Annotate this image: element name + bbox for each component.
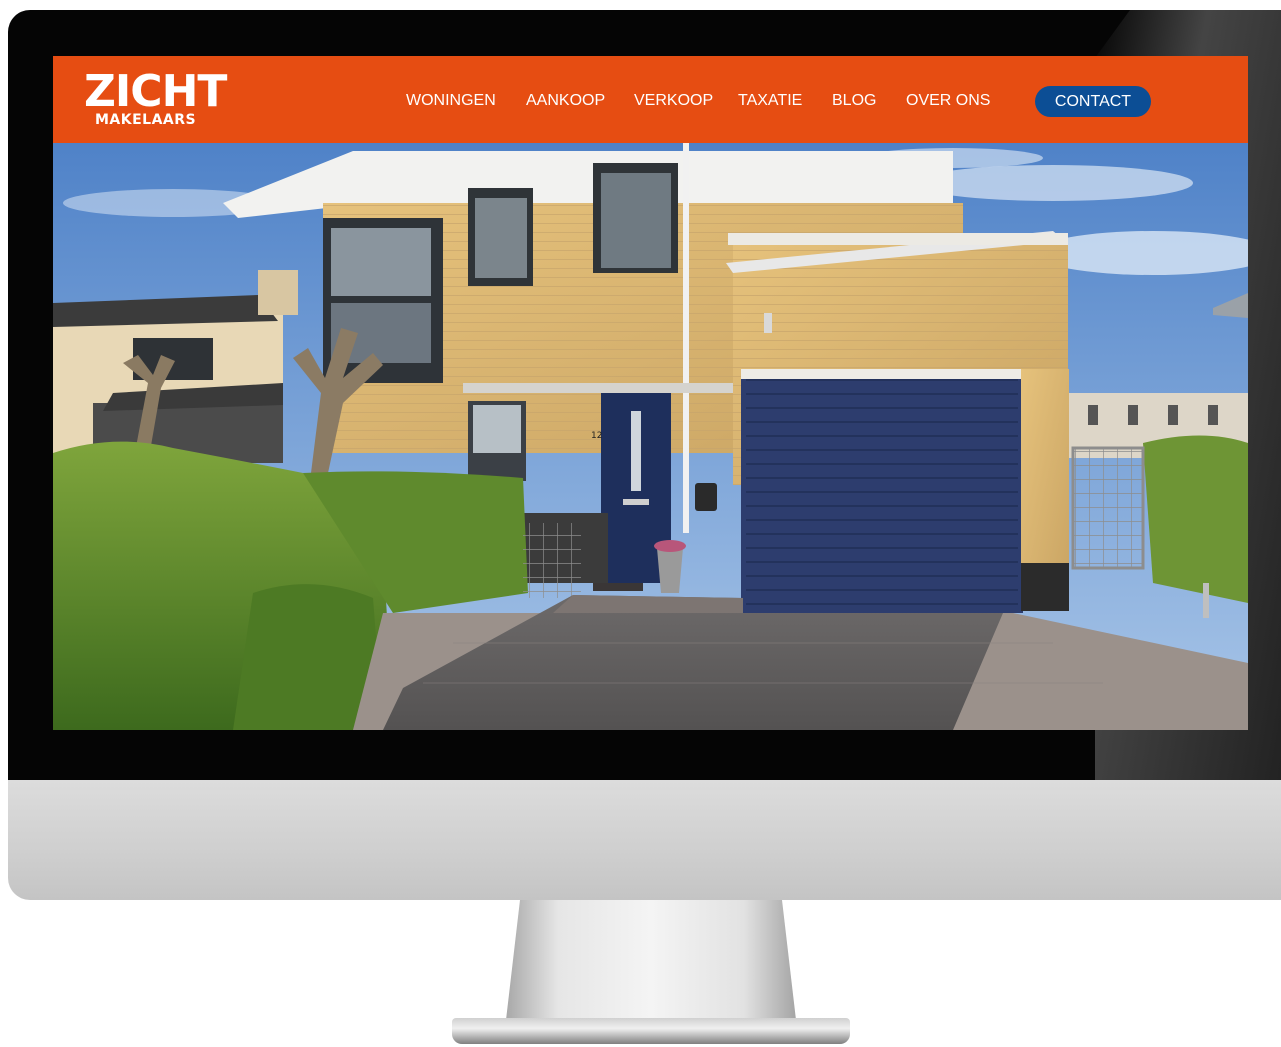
logo-tagline: MAKELAARS (95, 112, 197, 128)
site-header: ZICHT MAKELAARS WONINGEN AANKOOP VERKOOP… (53, 56, 1248, 143)
nav-item-woningen[interactable]: WONINGEN (406, 92, 496, 110)
zicht-logo[interactable]: ZICHT MAKELAARS (84, 70, 234, 130)
website-screen: ZICHT MAKELAARS WONINGEN AANKOOP VERKOOP… (53, 56, 1248, 730)
contact-button[interactable]: CONTACT (1035, 86, 1151, 117)
garden-light (1203, 583, 1209, 618)
logo-wordmark: ZICHT (84, 66, 227, 117)
nav-item-over-ons[interactable]: OVER ONS (906, 92, 990, 110)
monitor-stand-base (452, 1018, 850, 1044)
nav-item-blog[interactable]: BLOG (832, 92, 876, 110)
nav-item-verkoop[interactable]: VERKOOP (634, 92, 713, 110)
nav-item-taxatie[interactable]: TAXATIE (738, 92, 802, 110)
nav-item-aankoop[interactable]: AANKOOP (526, 92, 605, 110)
monitor-stand (506, 900, 796, 1020)
hero-house-photo: 12 (53, 143, 1248, 730)
house-number: 12 (591, 431, 602, 441)
monitor-chin (8, 780, 1281, 900)
